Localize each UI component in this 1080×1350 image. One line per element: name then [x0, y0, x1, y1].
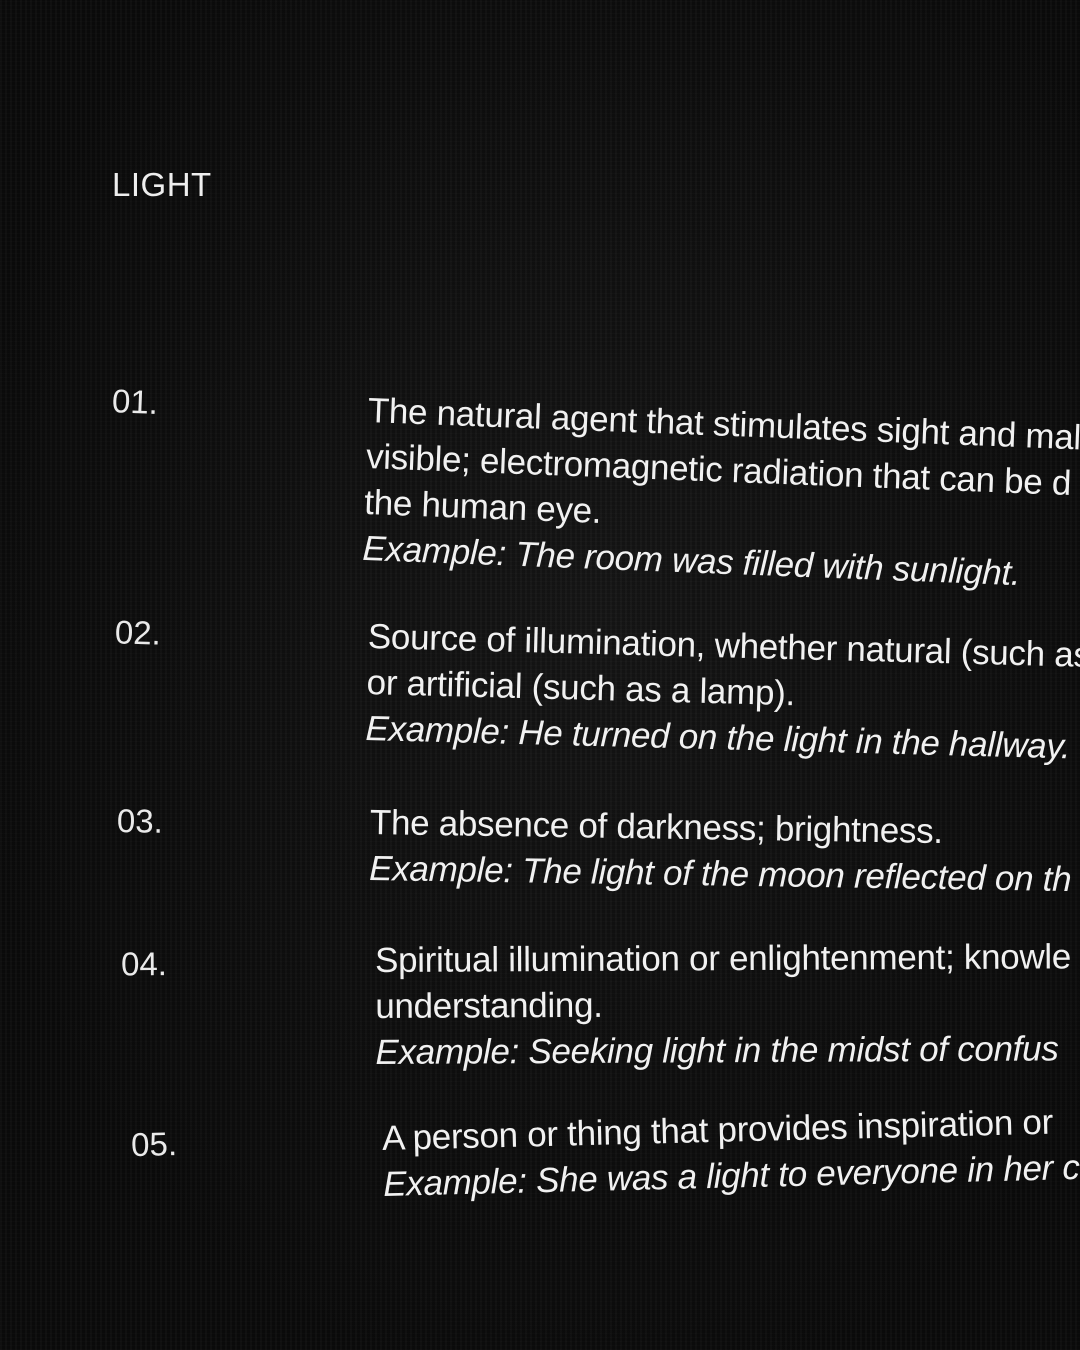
- definition-entry-05: 05. A person or thing that provides insp…: [0, 1099, 1080, 1204]
- example-text: Example: Seeking light in the midst of c…: [375, 1029, 1059, 1072]
- definition-entry-01: 01. The natural agent that stimulates si…: [1, 374, 1080, 593]
- black-fabric-print: LIGHT 01. The natural agent that stimula…: [0, 0, 1080, 1350]
- definition-entry-04: 04. Spiritual illumination or enlightenm…: [0, 934, 1080, 1072]
- entry-text: Source of illumination, whether natural …: [365, 614, 1080, 771]
- entry-number: 02.: [114, 613, 162, 652]
- definition-line: Spiritual illumination or enlightenment;…: [374, 937, 1072, 980]
- definition-line: understanding.: [375, 985, 603, 1026]
- page-title: LIGHT: [112, 166, 212, 203]
- entry-number: 01.: [111, 382, 159, 421]
- definition-entry-02: 02. Source of illumination, whether natu…: [1, 604, 1080, 766]
- entry-number: 04.: [120, 945, 167, 983]
- entry-text: A person or thing that provides inspirat…: [382, 1099, 1080, 1208]
- example-text: Example: The light of the moon reflected…: [368, 848, 1072, 900]
- entry-number: 05.: [130, 1125, 178, 1164]
- definition-entry-03: 03. The absence of darkness; brightness.…: [0, 794, 1080, 899]
- entry-number: 03.: [116, 802, 164, 840]
- entry-text: The absence of darkness; brightness. Exa…: [369, 800, 1073, 903]
- entry-text: The natural agent that stimulates sight …: [362, 388, 1080, 599]
- entry-text: Spiritual illumination or enlightenment;…: [375, 934, 1072, 1076]
